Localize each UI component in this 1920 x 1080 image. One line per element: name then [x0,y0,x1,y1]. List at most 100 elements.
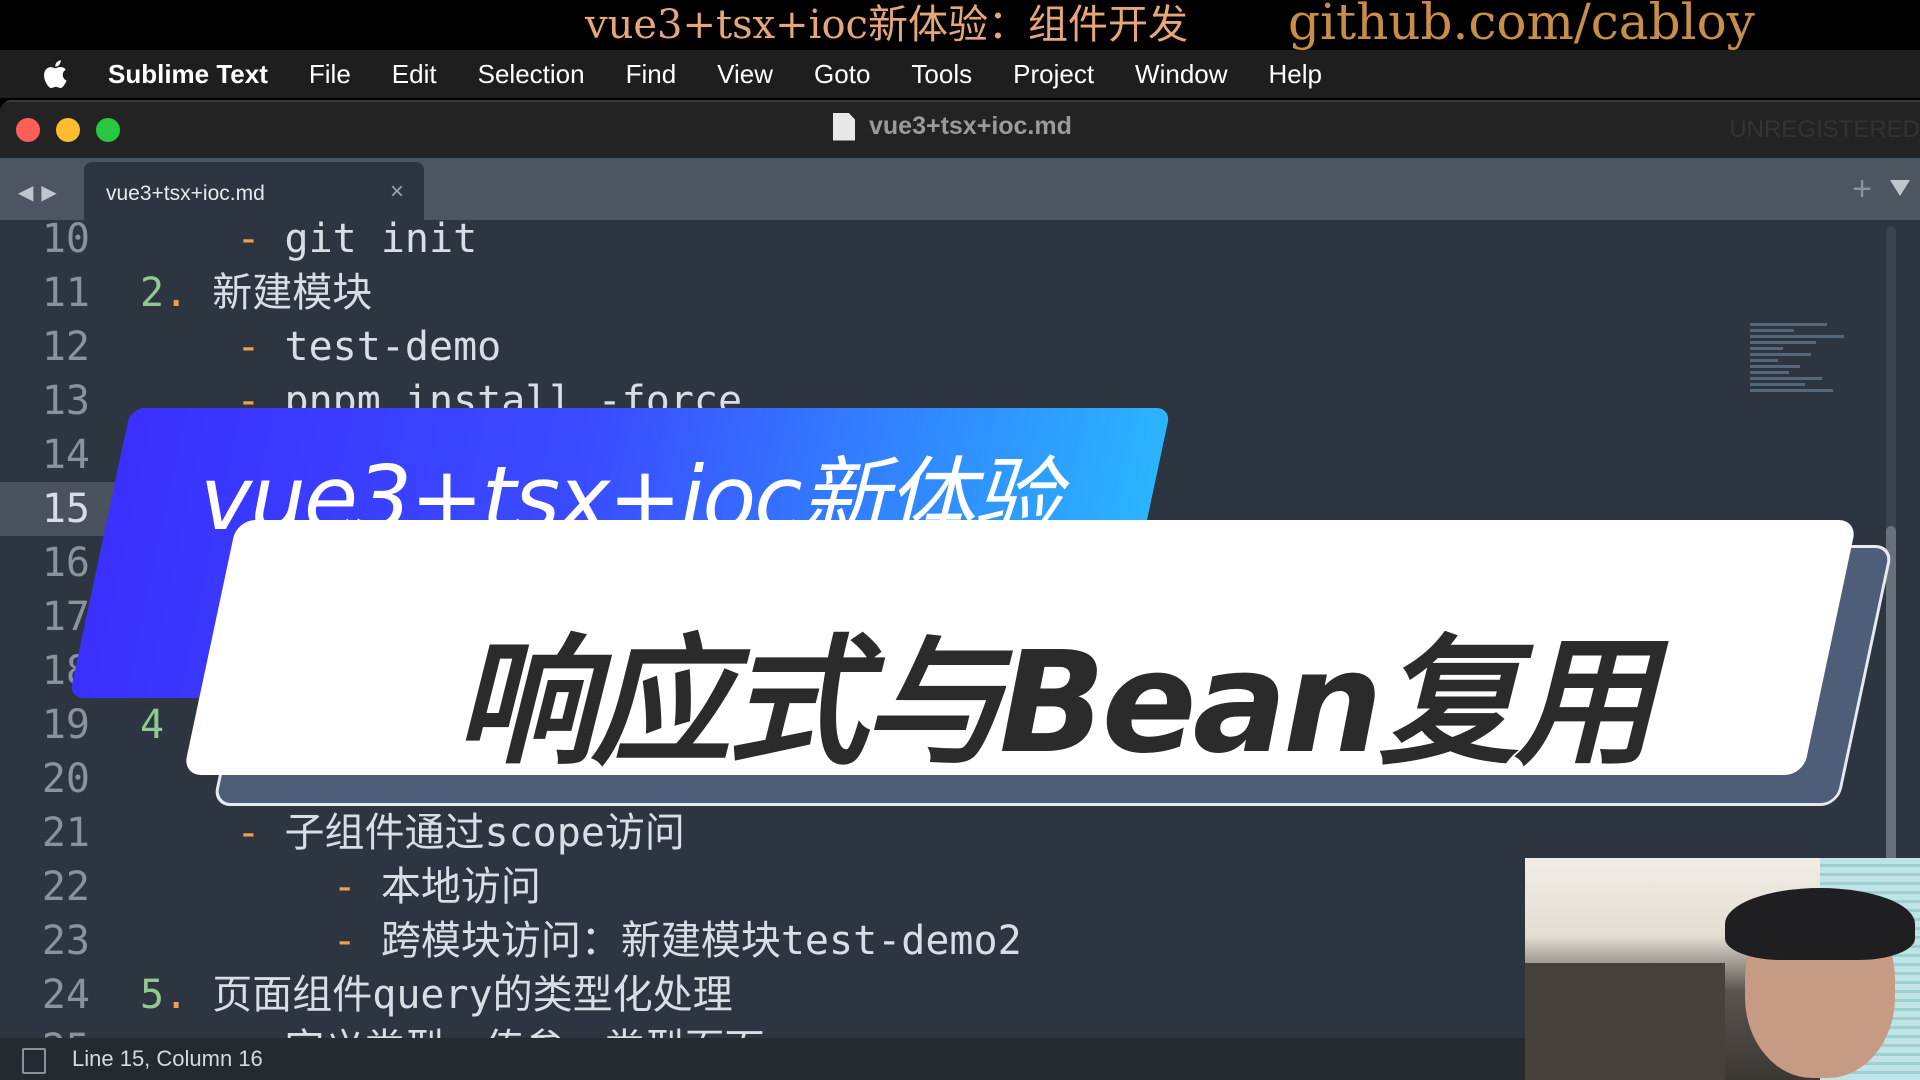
line-content: - pnpm install -force [140,374,742,428]
line-number: 12 [41,324,90,370]
list-dot: . [164,270,189,316]
code-line[interactable]: 19 4 [0,698,1780,752]
tab-vue3-tsx-ioc-md[interactable]: vue3+tsx+ioc.md × [84,162,424,220]
zoom-window-button[interactable] [96,118,120,142]
code-line[interactable]: 20 演示三件套：Props/Emits/Slots [0,752,1780,806]
line-text: 子组件通过scope访问 [284,810,685,856]
minimize-window-button[interactable] [56,118,80,142]
bookshelf [1525,963,1725,1080]
line-number: 17 [41,594,90,640]
video-title: vue3+tsx+ioc新体验：组件开发 [585,2,1188,48]
webcam-feed [1525,858,1920,1080]
code-line[interactable]: 24 5. 页面组件query的类型化处理 [0,968,1780,1022]
menu-edit[interactable]: Edit [392,59,437,90]
line-text: 演示三件套：Props/Emits/Slots [236,756,886,802]
line-number: 15 [41,486,90,532]
line-number: 11 [41,270,90,316]
tab-dropdown-icon[interactable] [1890,180,1910,196]
line-number: 20 [41,756,90,802]
window-title-text: vue3+tsx+ioc.md [869,112,1072,140]
code-line[interactable]: 10 - git init [0,220,1780,266]
line-number: 25 [0,1022,90,1038]
code-line[interactable]: 21 - 子组件通过scope访问 [0,806,1780,860]
bullet-marker: - [236,378,285,424]
line-content: - 跨模块访问：新建模块test-demo2 [140,914,1022,968]
line-content: - 子组件通过scope访问 [140,806,685,860]
list-number: 2 [140,270,165,316]
code-line[interactable]: 15 [0,482,1780,536]
line-number: 13 [41,378,90,424]
bullet-marker: - [332,918,381,964]
line-content: 演示三件套：Props/Emits/Slots [140,752,886,806]
title-bar: vue3+tsx+ioc.md UNREGISTERED [0,100,1920,158]
menu-goto[interactable]: Goto [814,59,870,90]
bullet-marker: - [236,220,285,262]
line-text: git init [284,220,478,262]
bullet-marker: - [236,810,285,856]
line-content: 3 [140,428,164,482]
scrollbar-thumb[interactable] [1886,526,1896,886]
code-line[interactable]: 12 - test-demo [0,320,1780,374]
presenter-cap [1725,888,1915,960]
code-line[interactable]: 17 [0,590,1780,644]
list-number: 5 [140,972,165,1018]
code-line[interactable]: 23 - 跨模块访问：新建模块test-demo2 [0,914,1780,968]
list-number: 4 [140,702,165,748]
nav-forward-icon[interactable]: ▶ [41,182,64,204]
menu-selection[interactable]: Selection [478,59,585,90]
license-status: UNREGISTERED [1729,116,1920,143]
line-content: 2. 新建模块 [140,266,372,320]
line-number: 22 [41,864,90,910]
menu-view[interactable]: View [717,59,773,90]
line-text: 本地访问 [380,864,541,910]
line-number: 19 [41,702,90,748]
line-content: 5. 页面组件query的类型化处理 [140,968,733,1022]
code-line[interactable]: 11 2. 新建模块 [0,266,1780,320]
sidebar-toggle-icon[interactable] [22,1048,46,1074]
apple-logo-icon[interactable] [38,56,74,92]
line-number: 16 [41,540,90,586]
window-title: vue3+tsx+ioc.md [833,112,1072,141]
line-text: 新建模块 [188,270,373,316]
menu-file[interactable]: File [309,59,351,90]
line-content: - git init [140,220,477,266]
line-number: 21 [41,810,90,856]
line-content: - test-demo [140,320,501,374]
list-number: 3 [140,432,165,478]
code-line[interactable]: 18 [0,644,1780,698]
repo-url: github.com/cabloy [1288,0,1755,51]
code-line[interactable]: 22 - 本地访问 [0,860,1780,914]
bullet-marker: - [236,324,285,370]
line-text: pnpm install -force [284,378,743,424]
menu-find[interactable]: Find [626,59,677,90]
line-content: - 本地访问 [140,860,541,914]
menu-project[interactable]: Project [1013,59,1094,90]
line-number: 14 [41,432,90,478]
close-window-button[interactable] [16,118,40,142]
tab-close-icon[interactable]: × [390,178,404,206]
menu-app-name[interactable]: Sublime Text [108,59,268,90]
line-number: 10 [41,220,90,262]
code-line[interactable]: 13 - pnpm install -force [0,374,1780,428]
nav-back-icon[interactable]: ◀ [18,182,41,204]
line-number: 24 [41,972,90,1018]
list-dot: . [164,972,189,1018]
code-line[interactable]: 16 [0,536,1780,590]
menu-bar: Sublime Text File Edit Selection Find Vi… [0,50,1920,98]
tab-bar: ◀▶ vue3+tsx+ioc.md × + [0,158,1920,220]
new-tab-icon[interactable]: + [1852,170,1872,209]
menu-help[interactable]: Help [1269,59,1322,90]
code-line[interactable]: 14 3 [0,428,1780,482]
tab-label: vue3+tsx+ioc.md [106,182,265,205]
menu-tools[interactable]: Tools [911,59,972,90]
bullet-marker: - [236,1026,284,1038]
code-line[interactable]: 25 - 定义类型、传参、类型页面 [0,1022,1780,1038]
menu-window[interactable]: Window [1135,59,1227,90]
